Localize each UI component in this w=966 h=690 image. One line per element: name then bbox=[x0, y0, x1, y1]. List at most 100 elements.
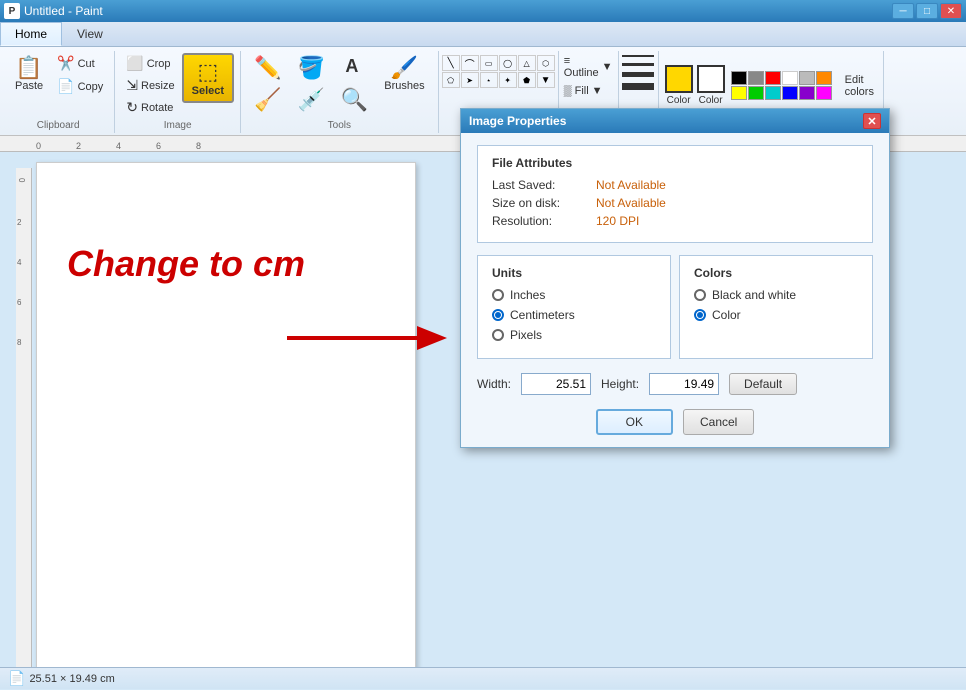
shape-btn[interactable]: ◯ bbox=[499, 55, 517, 71]
ruler-vertical: 0 2 4 6 8 bbox=[16, 168, 32, 667]
copy-button[interactable]: 📄 Copy bbox=[52, 76, 108, 97]
last-saved-label: Last Saved: bbox=[492, 178, 592, 192]
color-swatch[interactable] bbox=[816, 86, 832, 100]
brushes-button[interactable]: 🖌️ Brushes bbox=[377, 53, 431, 96]
paste-button[interactable]: 📋 Paste bbox=[8, 53, 50, 96]
color-swatch[interactable] bbox=[782, 86, 798, 100]
units-title: Units bbox=[492, 266, 656, 280]
ok-button[interactable]: OK bbox=[596, 409, 673, 435]
units-pixels-label: Pixels bbox=[510, 328, 542, 342]
color-swatch[interactable] bbox=[748, 86, 764, 100]
edit-colors-button[interactable]: Editcolors bbox=[842, 71, 877, 101]
active-color-swatch[interactable] bbox=[665, 65, 693, 93]
colors-color-radio[interactable] bbox=[694, 309, 706, 321]
fill-icon: 🪣 bbox=[297, 57, 324, 79]
color-palette bbox=[729, 69, 834, 102]
tab-home[interactable]: Home bbox=[0, 22, 62, 46]
size-1[interactable] bbox=[622, 55, 654, 57]
color-swatch[interactable] bbox=[731, 71, 747, 85]
pencil-button[interactable]: ✏️ bbox=[247, 53, 288, 83]
cut-icon: ✂️ bbox=[57, 55, 74, 72]
status-dimensions: 📄 25.51 × 19.49 cm bbox=[8, 670, 115, 687]
units-pixels-radio[interactable] bbox=[492, 329, 504, 341]
select-label: Select bbox=[192, 85, 224, 97]
units-centimeters-option[interactable]: Centimeters bbox=[492, 308, 656, 322]
units-inches-radio[interactable] bbox=[492, 289, 504, 301]
width-input[interactable] bbox=[521, 373, 591, 395]
outline-button[interactable]: ≡ Outline ▼ bbox=[559, 53, 618, 81]
eraser-icon: 🧹 bbox=[254, 89, 281, 111]
colors-bw-radio[interactable] bbox=[694, 289, 706, 301]
select-button[interactable]: ⬚ Select bbox=[182, 53, 234, 103]
height-label: Height: bbox=[601, 377, 639, 391]
paste-label: Paste bbox=[15, 80, 43, 92]
image-properties-dialog[interactable]: Image Properties ✕ File Attributes Last … bbox=[460, 108, 890, 448]
eraser-button[interactable]: 🧹 bbox=[247, 85, 288, 115]
size-2[interactable] bbox=[622, 63, 654, 66]
tools-group-label: Tools bbox=[247, 120, 432, 131]
colors-color-option[interactable]: Color bbox=[694, 308, 858, 322]
colors-bw-option[interactable]: Black and white bbox=[694, 288, 858, 302]
paste-icon: 📋 bbox=[15, 57, 42, 79]
crop-button[interactable]: ⬜ Crop bbox=[121, 53, 179, 74]
size-3[interactable] bbox=[622, 72, 654, 77]
color-swatch[interactable] bbox=[782, 71, 798, 85]
picker-icon: 💉 bbox=[297, 89, 324, 111]
shape-btn[interactable]: ⬡ bbox=[537, 55, 555, 71]
minimize-button[interactable]: ─ bbox=[892, 3, 914, 19]
color-swatch[interactable] bbox=[731, 86, 747, 100]
cancel-button[interactable]: Cancel bbox=[683, 409, 754, 435]
ribbon-tabs: Home View bbox=[0, 22, 966, 47]
shape-btn[interactable]: ⬟ bbox=[518, 72, 536, 88]
arrow-indicator bbox=[287, 318, 447, 361]
units-centimeters-label: Centimeters bbox=[510, 308, 575, 322]
annotation-text: Change to cm bbox=[67, 243, 305, 285]
tab-view[interactable]: View bbox=[62, 22, 118, 46]
fill-button[interactable]: 🪣 bbox=[290, 53, 331, 83]
clipboard-content: 📋 Paste ✂️ Cut 📄 Copy bbox=[8, 53, 108, 118]
image-content: ⬜ Crop ⇲ Resize ↻ Rotate ⬚ Select bbox=[121, 53, 234, 118]
height-input[interactable] bbox=[649, 373, 719, 395]
shape-btn[interactable]: ▼ bbox=[537, 72, 555, 88]
dialog-title: Image Properties bbox=[469, 114, 566, 128]
shape-btn[interactable]: ▭ bbox=[480, 55, 498, 71]
shape-btn[interactable]: ╲ bbox=[442, 55, 460, 71]
units-centimeters-radio[interactable] bbox=[492, 309, 504, 321]
fill-style-button[interactable]: ▒ Fill ▼ bbox=[559, 83, 608, 99]
app-icon: P bbox=[4, 3, 20, 19]
units-inches-option[interactable]: Inches bbox=[492, 288, 656, 302]
resolution-row: Resolution: 120 DPI bbox=[492, 214, 858, 228]
color-swatch[interactable] bbox=[799, 86, 815, 100]
maximize-button[interactable]: □ bbox=[916, 3, 938, 19]
picker-button[interactable]: 💉 bbox=[290, 85, 331, 115]
colors-bw-label: Black and white bbox=[712, 288, 796, 302]
resize-button[interactable]: ⇲ Resize bbox=[121, 75, 179, 96]
color-swatch[interactable] bbox=[816, 71, 832, 85]
shape-btn[interactable]: ⌒ bbox=[461, 55, 479, 71]
default-button[interactable]: Default bbox=[729, 373, 797, 395]
shape-btn[interactable]: ➤ bbox=[461, 72, 479, 88]
units-pixels-option[interactable]: Pixels bbox=[492, 328, 656, 342]
color-swatch[interactable] bbox=[748, 71, 764, 85]
window-close-button[interactable]: ✕ bbox=[940, 3, 962, 19]
shape-btn[interactable]: ⋆ bbox=[480, 72, 498, 88]
size-on-disk-row: Size on disk: Not Available bbox=[492, 196, 858, 210]
title-bar-text: Untitled - Paint bbox=[24, 4, 892, 18]
brushes-label: Brushes bbox=[384, 80, 424, 92]
size-4[interactable] bbox=[622, 83, 654, 90]
color-swatch[interactable] bbox=[765, 86, 781, 100]
rotate-button[interactable]: ↻ Rotate bbox=[121, 97, 179, 118]
dialog-close-button[interactable]: ✕ bbox=[863, 113, 881, 129]
shape-btn[interactable]: ⬠ bbox=[442, 72, 460, 88]
dialog-buttons: OK Cancel bbox=[477, 409, 873, 435]
magnify-button[interactable]: 🔍 bbox=[334, 85, 375, 115]
shape-btn[interactable]: △ bbox=[518, 55, 536, 71]
colors-section: Colors Black and white Color bbox=[679, 255, 873, 359]
brushes-icon: 🖌️ bbox=[391, 57, 418, 79]
color-swatch[interactable] bbox=[799, 71, 815, 85]
shape-btn[interactable]: ✦ bbox=[499, 72, 517, 88]
color-swatch[interactable] bbox=[765, 71, 781, 85]
cut-button[interactable]: ✂️ Cut bbox=[52, 53, 108, 74]
text-button[interactable]: A bbox=[334, 53, 370, 83]
color2-swatch[interactable] bbox=[697, 65, 725, 93]
